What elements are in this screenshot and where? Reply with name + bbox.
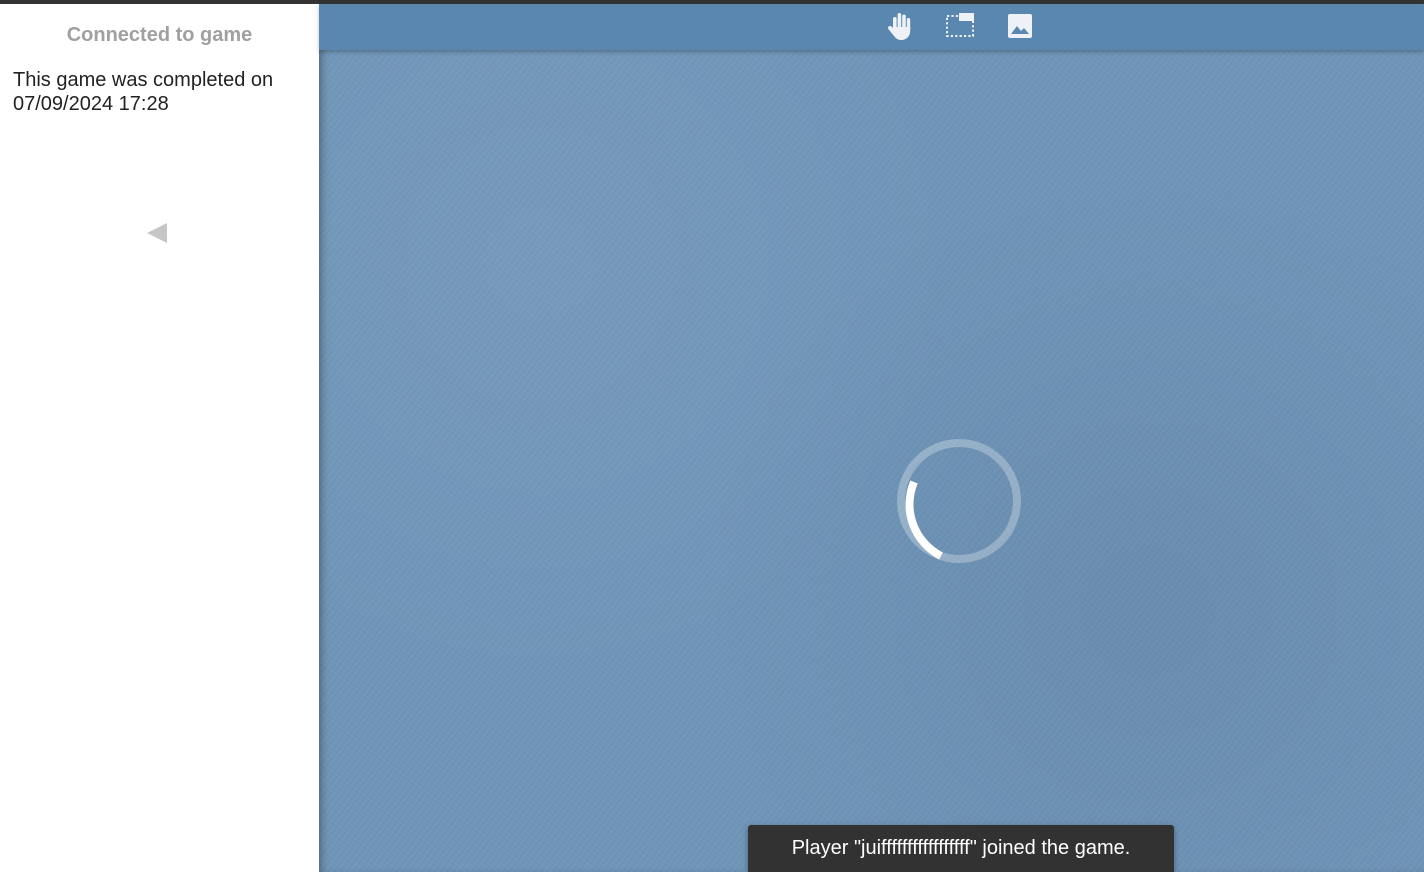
notification-toast: Player "juifffffffffffffffff" joined the…: [748, 825, 1174, 872]
dashed-selection-icon: [946, 13, 974, 37]
game-completed-message: This game was completed on 07/09/2024 17…: [13, 69, 274, 115]
sidebar: Connected to game This game was complete…: [0, 4, 319, 872]
collapse-sidebar-button[interactable]: [145, 221, 169, 245]
toast-message: Player "juifffffffffffffffff" joined the…: [791, 837, 1131, 859]
app-window: Connected to game This game was complete…: [0, 0, 1424, 872]
board-toolbar: [319, 4, 1424, 50]
loading-spinner: [897, 439, 1021, 563]
image-icon: [1008, 14, 1032, 38]
triangle-left-icon: [147, 223, 167, 243]
game-board[interactable]: Player "juifffffffffffffffff" joined the…: [319, 4, 1424, 872]
select-tool-button[interactable]: [943, 9, 977, 43]
hand-tool-button[interactable]: [883, 9, 917, 43]
image-tool-button[interactable]: [1003, 9, 1037, 43]
hand-icon: [888, 13, 911, 40]
connection-status-title: Connected to game: [66, 24, 253, 46]
